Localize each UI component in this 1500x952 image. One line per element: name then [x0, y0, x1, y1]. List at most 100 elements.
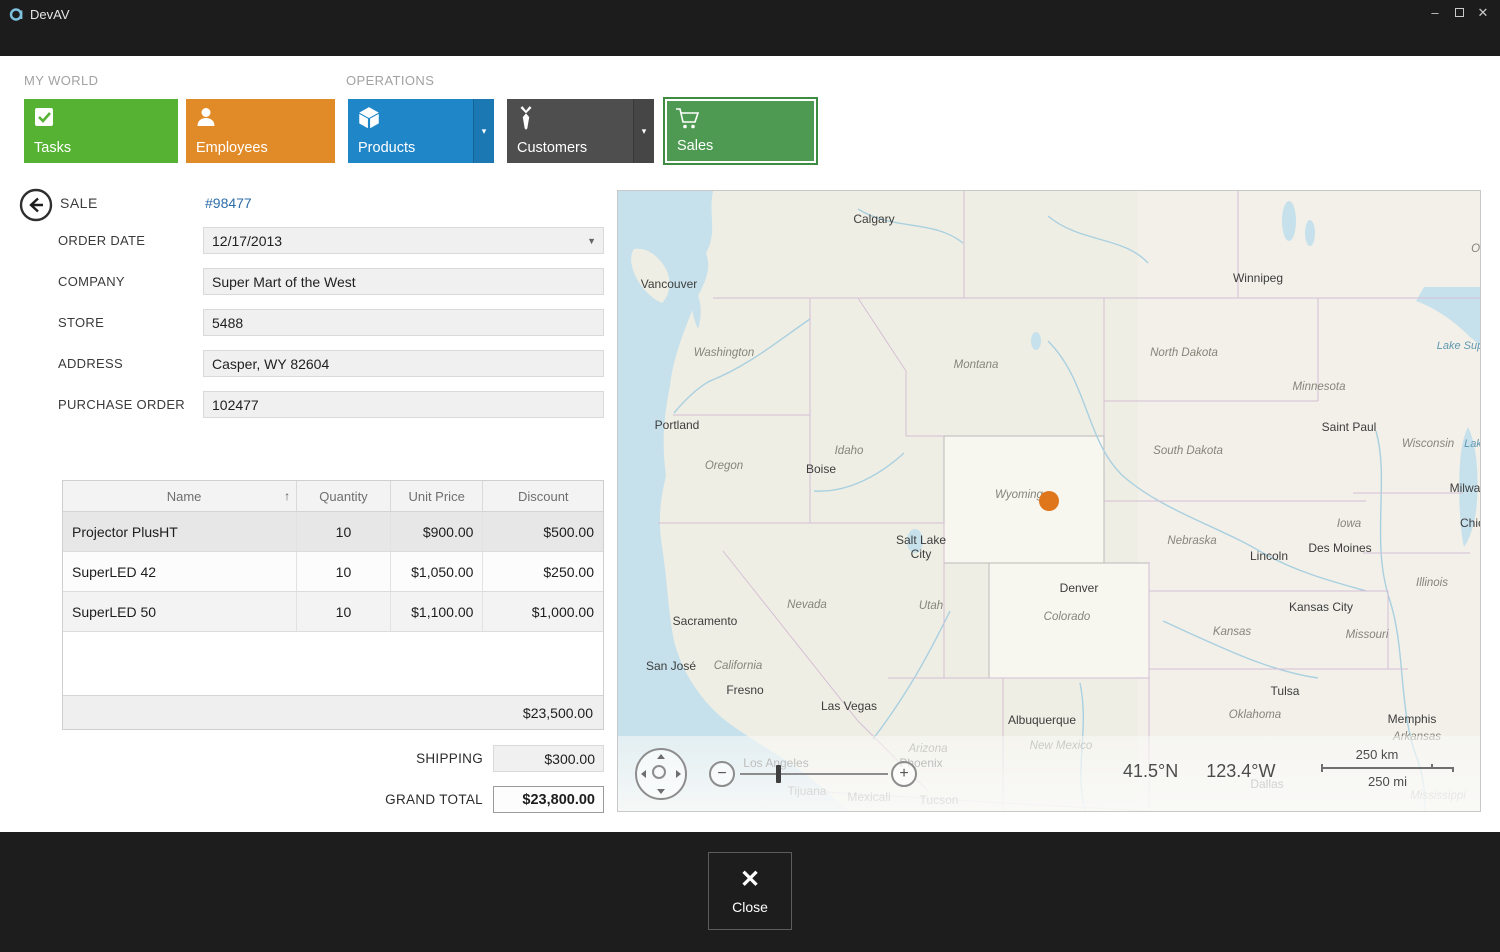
close-button-label: Close — [732, 899, 768, 915]
item-name: SuperLED 50 — [63, 592, 297, 631]
map-label: Utah — [919, 600, 943, 612]
item-quantity: 10 — [297, 552, 391, 591]
shipping-row: SHIPPING $300.00 — [62, 745, 604, 772]
column-header-quantity[interactable]: Quantity — [297, 481, 391, 511]
table-subtotal-row: $23,500.00 — [63, 695, 603, 729]
table-row[interactable]: Projector PlusHT 10 $900.00 $500.00 — [63, 512, 603, 552]
column-header-discount[interactable]: Discount — [483, 481, 603, 511]
zoom-slider-handle[interactable] — [776, 765, 781, 783]
map-label: Kansas City — [1289, 600, 1353, 614]
map-label: Fresno — [726, 683, 763, 697]
tile-label: Employees — [196, 140, 268, 156]
map-label: Des Moines — [1308, 541, 1371, 555]
map-label: Denver — [1060, 581, 1099, 595]
map-marker-casper[interactable] — [1039, 491, 1059, 511]
map-label: Vancouver — [641, 277, 697, 291]
tile-products[interactable]: Products ▾ — [348, 99, 494, 163]
company-label: COMPANY — [58, 268, 203, 295]
table-empty-area — [63, 632, 603, 695]
pan-left-icon[interactable] — [641, 770, 646, 778]
map-label: Illinois — [1416, 577, 1448, 589]
map-scale-mi: 250 mi — [1321, 774, 1454, 789]
maximize-icon[interactable] — [1452, 6, 1466, 20]
company-input[interactable] — [203, 268, 604, 295]
map-canvas[interactable]: WashingtonMontanaNorth DakotaMinnesotaOr… — [617, 190, 1481, 812]
field-purchase-order: PURCHASE ORDER — [58, 391, 604, 418]
map-label: Winnipeg — [1233, 271, 1283, 285]
table-row[interactable]: SuperLED 42 10 $1,050.00 $250.00 — [63, 552, 603, 592]
zoom-out-button[interactable]: − — [709, 761, 735, 787]
map-label: Oregon — [705, 460, 743, 472]
pan-up-icon[interactable] — [657, 754, 665, 759]
window-controls: – ✕ — [1428, 6, 1490, 20]
address-input[interactable] — [203, 350, 604, 377]
item-name: Projector PlusHT — [63, 512, 297, 551]
map-label: Nevada — [787, 599, 827, 611]
zoom-slider[interactable] — [740, 773, 888, 775]
map-label: Chicago — [1460, 516, 1481, 530]
map-label: Tulsa — [1271, 684, 1300, 698]
items-table: Name ↑ Quantity Unit Price Discount Proj… — [62, 480, 604, 730]
store-label: STORE — [58, 309, 203, 336]
tile-label: Sales — [677, 138, 713, 154]
tile-sales-selected[interactable]: Sales — [667, 101, 814, 161]
pan-center-icon[interactable] — [652, 765, 666, 779]
column-header-unit-price[interactable]: Unit Price — [391, 481, 484, 511]
shipping-label: SHIPPING — [62, 751, 493, 766]
tile-employees[interactable]: Employees — [186, 99, 335, 163]
app-window: DevAV – ✕ MY WORLD OPERATIONS Tasks Empl… — [0, 0, 1500, 952]
column-header-name[interactable]: Name ↑ — [63, 481, 297, 511]
item-unit-price: $1,050.00 — [391, 552, 484, 591]
map-label: Lake — [1464, 438, 1481, 450]
tile-customers[interactable]: Customers ▾ — [507, 99, 654, 163]
shipping-value: $300.00 — [493, 745, 604, 772]
zoom-in-button[interactable]: + — [891, 761, 917, 787]
item-unit-price: $900.00 — [391, 512, 484, 551]
app-logo-icon — [8, 5, 26, 28]
field-order-date: ORDER DATE ▼ — [58, 227, 604, 254]
table-header: Name ↑ Quantity Unit Price Discount — [63, 481, 603, 512]
item-discount: $250.00 — [483, 552, 603, 591]
map-longitude: 123.4°W — [1206, 761, 1275, 782]
customers-dropdown-arrow[interactable]: ▾ — [633, 99, 654, 163]
map-label: Minnesota — [1292, 381, 1345, 393]
pan-right-icon[interactable] — [676, 770, 681, 778]
sale-label: SALE — [60, 195, 98, 211]
close-window-icon[interactable]: ✕ — [1476, 6, 1490, 20]
products-dropdown-arrow[interactable]: ▾ — [473, 99, 494, 163]
tile-label: Products — [358, 140, 415, 156]
box-icon — [356, 105, 382, 136]
tile-tasks[interactable]: Tasks — [24, 99, 178, 163]
map-label: Colorado — [1044, 611, 1091, 623]
map-label: Kansas — [1213, 626, 1251, 638]
item-name: SuperLED 42 — [63, 552, 297, 591]
pan-down-icon[interactable] — [657, 789, 665, 794]
map-coordinates: 41.5°N 123.4°W — [1123, 761, 1275, 782]
purchase-order-label: PURCHASE ORDER — [58, 391, 203, 418]
item-discount: $1,000.00 — [483, 592, 603, 631]
map-pan-control[interactable] — [635, 748, 687, 800]
tile-label: Customers — [517, 140, 587, 156]
map-label: Idaho — [835, 445, 864, 457]
map-scale: 250 km 250 mi — [1321, 747, 1454, 789]
tie-icon — [515, 105, 537, 136]
map-label: Iowa — [1337, 518, 1361, 530]
back-button[interactable] — [19, 188, 53, 222]
store-input[interactable] — [203, 309, 604, 336]
item-quantity: 10 — [297, 592, 391, 631]
map-label: California — [714, 660, 763, 672]
close-button[interactable]: ✕ Close — [708, 852, 792, 930]
footer-bar: ✕ Close — [0, 832, 1500, 952]
group-label-my-world: MY WORLD — [24, 73, 98, 88]
sale-number: #98477 — [205, 195, 252, 211]
grand-total-row: GRAND TOTAL $23,800.00 — [62, 786, 604, 813]
table-row[interactable]: SuperLED 50 10 $1,100.00 $1,000.00 — [63, 592, 603, 632]
minimize-icon[interactable]: – — [1428, 6, 1442, 20]
order-date-input[interactable] — [203, 227, 604, 254]
map-label: Sacramento — [673, 614, 738, 628]
map-label: Wyoming — [995, 489, 1043, 501]
grand-total-value: $23,800.00 — [493, 786, 604, 813]
map-label: Milwaukee — [1450, 481, 1481, 495]
sort-ascending-icon[interactable]: ↑ — [284, 489, 290, 503]
purchase-order-input[interactable] — [203, 391, 604, 418]
